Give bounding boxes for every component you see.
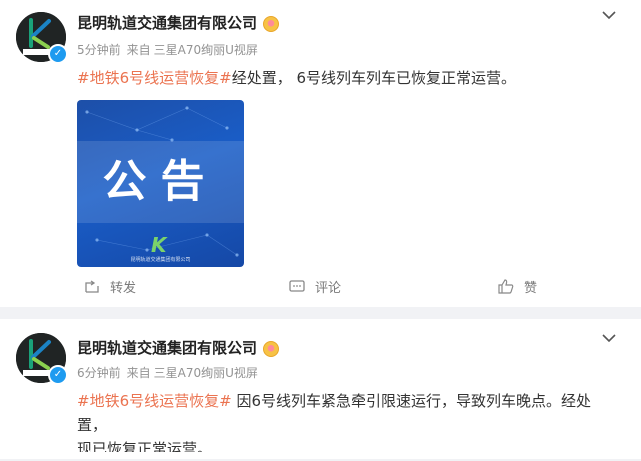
comment-label: 评论 (315, 281, 342, 296)
post-source[interactable]: 三星A70绚丽U视屏 (154, 43, 258, 57)
author-avatar[interactable]: ✓ (16, 333, 68, 385)
next-post-peek (0, 452, 641, 459)
chevron-down-icon[interactable] (601, 8, 617, 24)
chevron-down-icon[interactable] (601, 331, 617, 347)
weibo-post-card: ✓ 昆明轨道交通集团有限公司 6分钟前 来自 三星A70绚丽U视屏 #地铁6号线运营… (0, 319, 641, 459)
post-time[interactable]: 5分钟前 (77, 43, 121, 57)
author-name[interactable]: 昆明轨道交通集团有限公司 (77, 338, 257, 358)
author-name[interactable]: 昆明轨道交通集团有限公司 (77, 13, 257, 33)
repost-icon (84, 277, 102, 299)
comment-icon (289, 277, 307, 299)
post-body: 经处置， 6号线列车列车已恢复正常运营。 (231, 69, 517, 87)
verified-badge-icon: ✓ (48, 365, 68, 385)
image-watermark: 昆明轨道交通集团有限公司 (130, 257, 191, 263)
repost-label: 转发 (110, 281, 137, 296)
image-headline: 公告 (102, 156, 219, 207)
metro-k-logo-icon: K (151, 233, 167, 257)
post-meta: 6分钟前 来自 三星A70绚丽U视屏 (77, 365, 264, 381)
post-text: #地铁6号线运营恢复#经处置， 6号线列车列车已恢复正常运营。 (77, 66, 611, 90)
vip-badge-icon (263, 341, 279, 357)
like-button[interactable]: 赞 (498, 277, 537, 299)
vip-badge-icon (263, 16, 279, 32)
topic-link[interactable]: #地铁6号线运营恢复# (77, 69, 232, 87)
post-image[interactable]: 公告 K 昆明轨道交通集团有限公司 (77, 100, 244, 267)
repost-button[interactable]: 转发 (84, 277, 136, 299)
source-prefix: 来自 (126, 43, 151, 57)
weibo-post-card: ✓ 昆明轨道交通集团有限公司 5分钟前 来自 三星A70绚丽U视屏 #地铁6号线运营… (0, 0, 641, 307)
verified-badge-icon: ✓ (48, 44, 68, 64)
author-avatar[interactable]: ✓ (16, 12, 68, 64)
thumb-up-icon (498, 277, 516, 299)
post-source[interactable]: 三星A70绚丽U视屏 (154, 366, 258, 380)
topic-link[interactable]: #地铁6号线运营恢复# (77, 392, 232, 410)
post-text: #地铁6号线运营恢复# 因6号线列车紧急牵引限速运行，导致列车晚点。经处置， 现… (77, 389, 611, 461)
post-time[interactable]: 6分钟前 (77, 366, 121, 380)
post-meta: 5分钟前 来自 三星A70绚丽U视屏 (77, 42, 264, 58)
like-label: 赞 (524, 281, 538, 296)
post-actions: 转发 评论 赞 (0, 277, 641, 299)
comment-button[interactable]: 评论 (289, 277, 341, 299)
source-prefix: 来自 (126, 366, 151, 380)
